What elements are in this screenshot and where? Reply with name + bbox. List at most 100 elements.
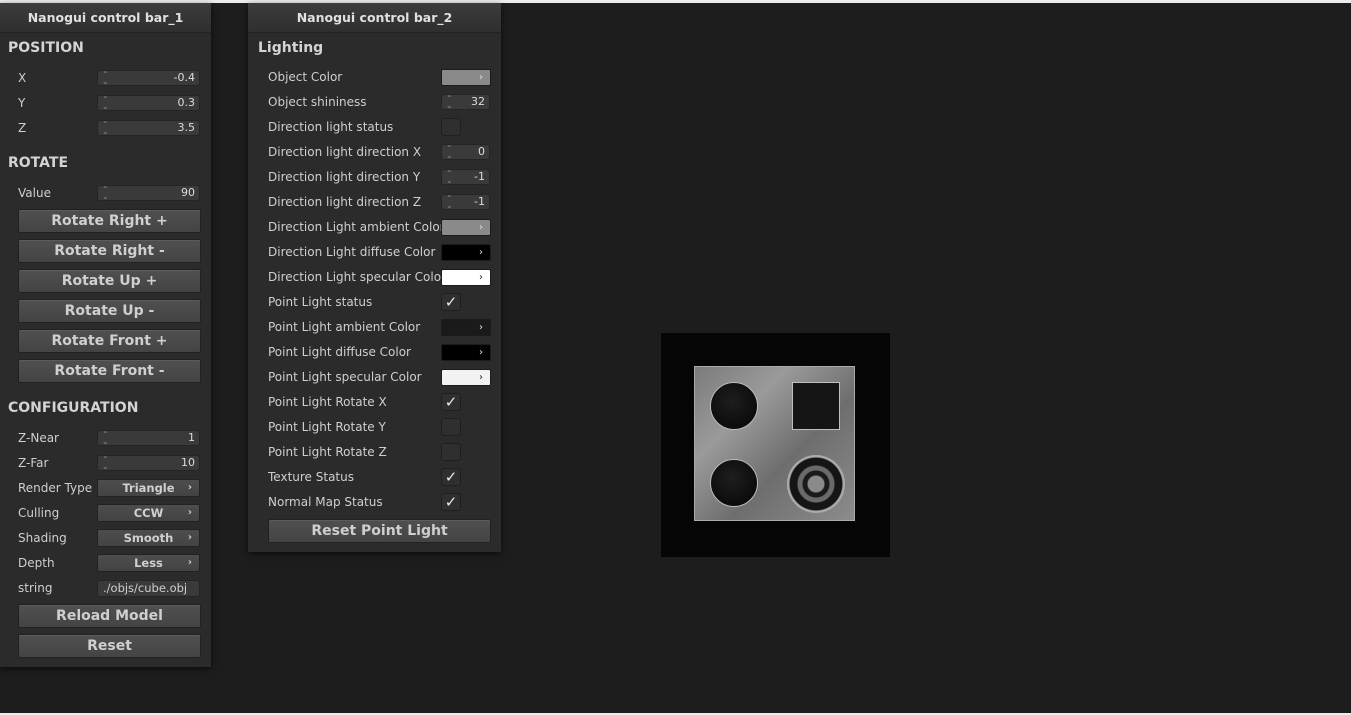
panel-2-title[interactable]: Nanogui control bar_2 — [248, 3, 501, 33]
rotate-value-label: Value — [18, 186, 51, 200]
lighting-row-label: Point Light diffuse Color — [268, 345, 411, 359]
spinner-icon[interactable]: ⌃ ⌄ — [446, 95, 453, 110]
rotate-up-plus-button[interactable]: Rotate Up + — [18, 269, 201, 293]
lighting-row-label: Point Light Rotate Y — [268, 420, 386, 434]
render-type-dropdown[interactable]: Triangle › — [97, 479, 200, 497]
rotate-front-plus-button[interactable]: Rotate Front + — [18, 329, 201, 353]
checkbox[interactable]: ✓ — [441, 493, 461, 511]
checkmark-icon: ✓ — [444, 468, 458, 486]
color-picker-button[interactable]: › — [441, 369, 491, 386]
position-heading: POSITION — [8, 40, 84, 56]
color-picker-button[interactable]: › — [441, 219, 491, 236]
chevron-right-icon: › — [479, 72, 483, 83]
circle-hole — [710, 382, 758, 430]
model-path-input[interactable]: ./objs/cube.obj — [97, 580, 200, 597]
zfar-label: Z-Far — [18, 456, 49, 470]
checkbox[interactable] — [441, 443, 461, 461]
lighting-row-label: Point Light status — [268, 295, 373, 309]
lighting-heading: Lighting — [258, 40, 324, 56]
lighting-row-label: Normal Map Status — [268, 495, 383, 509]
checkbox[interactable] — [441, 118, 461, 136]
number-value: 32 — [471, 95, 485, 108]
color-picker-button[interactable]: › — [441, 269, 491, 286]
x-number-input[interactable]: ⌃ ⌄ -0.4 — [97, 70, 200, 86]
x-value: -0.4 — [173, 71, 195, 84]
lighting-row-label: Direction Light diffuse Color — [268, 245, 436, 259]
number-input[interactable]: ⌃ ⌄ -1 — [441, 194, 490, 210]
square-hole — [792, 382, 840, 430]
color-picker-button[interactable]: › — [441, 344, 491, 361]
shading-dropdown[interactable]: Smooth › — [97, 529, 200, 547]
lighting-row-label: Object shininess — [268, 95, 367, 109]
checkbox[interactable] — [441, 418, 461, 436]
z-number-input[interactable]: ⌃ ⌄ 3.5 — [97, 120, 200, 136]
reset-point-light-button[interactable]: Reset Point Light — [268, 519, 491, 543]
y-label: Y — [18, 96, 26, 110]
render-type-label: Render Type — [18, 481, 93, 495]
rotate-value-input[interactable]: ⌃ ⌄ 90 — [97, 185, 200, 201]
chevron-right-icon: › — [479, 372, 483, 383]
number-input[interactable]: ⌃ ⌄ 0 — [441, 144, 490, 160]
circle-hole — [710, 459, 758, 507]
depth-label: Depth — [18, 556, 55, 570]
rotate-value: 90 — [181, 186, 195, 199]
zfar-number-input[interactable]: ⌃ ⌄ 10 — [97, 455, 200, 471]
lighting-row-label: Direction light direction X — [268, 145, 422, 159]
depth-dropdown[interactable]: Less › — [97, 554, 200, 572]
chevron-right-icon: › — [187, 482, 192, 493]
znear-value: 1 — [188, 431, 195, 444]
shading-value: Smooth — [123, 531, 174, 545]
configuration-heading: CONFIGURATION — [8, 400, 139, 416]
ring-hole — [787, 455, 845, 513]
rotate-right-plus-button[interactable]: Rotate Right + — [18, 209, 201, 233]
lighting-row-label: Object Color — [268, 70, 343, 84]
culling-value: CCW — [133, 506, 164, 520]
render-viewport[interactable] — [661, 333, 890, 557]
checkbox[interactable]: ✓ — [441, 468, 461, 486]
reset-button[interactable]: Reset — [18, 634, 201, 658]
lighting-row-label: Direction light direction Z — [268, 195, 422, 209]
culling-dropdown[interactable]: CCW › — [97, 504, 200, 522]
spinner-icon[interactable]: ⌃ ⌄ — [102, 121, 109, 136]
number-value: 0 — [478, 145, 485, 158]
spinner-icon[interactable]: ⌃ ⌄ — [446, 195, 453, 210]
depth-value: Less — [134, 556, 163, 570]
chevron-right-icon: › — [479, 222, 483, 233]
color-picker-button[interactable]: › — [441, 319, 491, 336]
spinner-icon[interactable]: ⌃ ⌄ — [102, 431, 109, 446]
string-label: string — [18, 581, 53, 595]
znear-label: Z-Near — [18, 431, 59, 445]
spinner-icon[interactable]: ⌃ ⌄ — [446, 170, 453, 185]
panel-1-title[interactable]: Nanogui control bar_1 — [0, 3, 211, 33]
chevron-right-icon: › — [187, 557, 192, 568]
rotate-up-minus-button[interactable]: Rotate Up - — [18, 299, 201, 323]
spinner-icon[interactable]: ⌃ ⌄ — [102, 456, 109, 471]
spinner-icon[interactable]: ⌃ ⌄ — [102, 186, 109, 201]
zfar-value: 10 — [181, 456, 195, 469]
spinner-icon[interactable]: ⌃ ⌄ — [102, 71, 109, 86]
checkbox[interactable]: ✓ — [441, 293, 461, 311]
color-picker-button[interactable]: › — [441, 69, 491, 86]
chevron-right-icon: › — [187, 507, 192, 518]
culling-label: Culling — [18, 506, 60, 520]
number-input[interactable]: ⌃ ⌄ 32 — [441, 94, 490, 110]
spinner-icon[interactable]: ⌃ ⌄ — [102, 96, 109, 111]
checkbox[interactable]: ✓ — [441, 393, 461, 411]
number-input[interactable]: ⌃ ⌄ -1 — [441, 169, 490, 185]
chevron-right-icon: › — [479, 272, 483, 283]
checkmark-icon: ✓ — [444, 493, 458, 511]
rotate-front-minus-button[interactable]: Rotate Front - — [18, 359, 201, 383]
z-value: 3.5 — [177, 121, 196, 134]
lighting-row-label: Direction light status — [268, 120, 394, 134]
y-value: 0.3 — [177, 96, 196, 109]
lighting-row-label: Point Light Rotate X — [268, 395, 387, 409]
reload-model-button[interactable]: Reload Model — [18, 604, 201, 628]
znear-number-input[interactable]: ⌃ ⌄ 1 — [97, 430, 200, 446]
lighting-row-label: Texture Status — [268, 470, 354, 484]
rotate-right-minus-button[interactable]: Rotate Right - — [18, 239, 201, 263]
control-panel-1: Nanogui control bar_1 POSITION X ⌃ ⌄ -0.4… — [0, 3, 211, 667]
spinner-icon[interactable]: ⌃ ⌄ — [446, 145, 453, 160]
x-label: X — [18, 71, 27, 85]
y-number-input[interactable]: ⌃ ⌄ 0.3 — [97, 95, 200, 111]
color-picker-button[interactable]: › — [441, 244, 491, 261]
